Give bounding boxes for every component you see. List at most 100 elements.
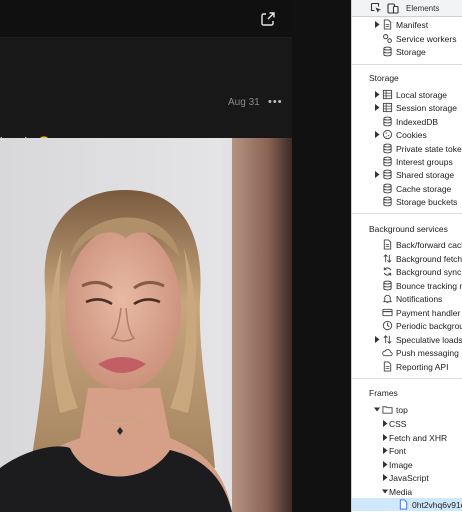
file-icon [383, 360, 392, 372]
tree-item-label: Storage [396, 47, 426, 57]
updown-arrows-icon [383, 334, 392, 344]
device-toolbar-icon[interactable] [387, 2, 399, 14]
tree-item-speculative-loads[interactable]: Speculative loads [352, 333, 462, 346]
tree-item-label: Periodic backgrour [396, 321, 462, 331]
section-divider [352, 64, 462, 65]
post-header: Aug 31 ••• hunnies x [0, 38, 292, 166]
database-icon [383, 156, 392, 167]
background-services-section-title: Background services [369, 224, 448, 234]
tree-item-label: Interest groups [396, 157, 453, 167]
tree-item-label: Background fetch [396, 253, 462, 264]
tree-item-label: Push messaging [396, 348, 459, 358]
collapsed-arrow-icon[interactable] [382, 433, 388, 441]
tree-item-label: Back/forward cach [396, 240, 462, 250]
tree-item-media[interactable]: Media [352, 485, 462, 498]
collapsed-arrow-icon[interactable] [374, 104, 380, 112]
tree-item-notifications[interactable]: Notifications [352, 292, 462, 305]
folder-icon [382, 406, 393, 414]
section-divider [352, 213, 462, 214]
tree-item-cookies[interactable]: Cookies [352, 128, 462, 141]
database-icon [383, 280, 392, 290]
tree-item-cache-storage[interactable]: Cache storage [352, 182, 462, 195]
gears-icon [383, 33, 392, 43]
tree-item-label: Fetch and XHR [389, 432, 448, 443]
collapsed-arrow-icon[interactable] [382, 420, 388, 427]
tree-item-storage-buckets[interactable]: Storage buckets [352, 195, 462, 208]
tree-item-local-storage[interactable]: Local storage [352, 88, 462, 101]
tree-item-fetch-and-xhr[interactable]: Fetch and XHR [352, 431, 462, 444]
tree-item-background-fetch[interactable]: Background fetch [352, 252, 462, 265]
share-icon[interactable] [260, 11, 276, 27]
tree-item-periodic-backgrour[interactable]: Periodic backgrour [352, 319, 462, 332]
collapsed-arrow-icon[interactable] [374, 21, 380, 28]
tree-item-service-workers[interactable]: Service workers [352, 32, 462, 45]
collapsed-arrow-icon[interactable] [382, 447, 388, 455]
collapsed-arrow-icon[interactable] [374, 335, 380, 343]
tree-item-payment-handler[interactable]: Payment handler [352, 306, 462, 319]
grid-icon [382, 103, 393, 113]
tree-item-media-resource[interactable]: 0ht2vhq6v91c [352, 498, 462, 511]
tree-item-session-storage[interactable]: Session storage [352, 101, 462, 114]
tree-item-font[interactable]: Font [352, 444, 462, 457]
section-divider [352, 378, 462, 379]
collapsed-arrow-icon[interactable] [382, 474, 388, 482]
tree-item-private-state-token[interactable]: Private state token [352, 142, 462, 155]
tree-item-reporting-api[interactable]: Reporting API [352, 360, 462, 373]
tree-item-label: Speculative loads [396, 334, 462, 345]
tree-item-label: Image [389, 459, 413, 470]
tree-item-background-sync[interactable]: Background sync [352, 265, 462, 278]
tree-item-css[interactable]: CSS [352, 417, 462, 430]
database-icon [383, 170, 392, 180]
tree-item-label: CSS [389, 419, 407, 429]
tree-item-manifest[interactable]: Manifest [352, 18, 462, 31]
collapsed-arrow-icon[interactable] [374, 91, 380, 98]
tree-item-label: Private state token [396, 143, 462, 154]
tree-item-label: Manifest [396, 20, 429, 30]
tree-item-label: Cookies [396, 130, 427, 141]
bell-icon [382, 294, 393, 304]
tree-item-label: top [396, 405, 408, 415]
database-icon [383, 183, 392, 194]
inspect-element-icon[interactable] [370, 2, 382, 14]
updown-arrows-icon [383, 253, 392, 263]
clock-icon [382, 320, 393, 331]
card-icon [382, 308, 393, 316]
tree-item-bounce-tracking-m[interactable]: Bounce tracking m [352, 279, 462, 292]
tree-item-back-forward-cach[interactable]: Back/forward cach [352, 238, 462, 251]
collapsed-arrow-icon[interactable] [374, 131, 380, 139]
collapsed-arrow-icon[interactable] [374, 171, 380, 179]
tree-item-label: Storage buckets [396, 197, 458, 208]
post-media[interactable] [0, 138, 292, 512]
tree-item-label: Notifications [396, 294, 443, 304]
viewer-topbar [0, 0, 292, 38]
tree-item-label: Payment handler [396, 307, 461, 318]
frames-section-title: Frames [369, 388, 398, 398]
tree-item-storage[interactable]: Storage [352, 45, 462, 58]
tree-item-label: Service workers [396, 33, 457, 44]
cookie-icon [382, 130, 393, 140]
tree-item-label: Background sync [396, 267, 462, 277]
expanded-arrow-icon[interactable] [382, 488, 388, 495]
more-options-button[interactable]: ••• [268, 96, 283, 108]
tree-item-label: Cache storage [396, 183, 452, 194]
tree-item-interest-groups[interactable]: Interest groups [352, 155, 462, 168]
tree-item-indexeddb[interactable]: IndexedDB [352, 115, 462, 128]
tree-item-push-messaging[interactable]: Push messaging [352, 346, 462, 359]
tree-item-shared-storage[interactable]: Shared storage [352, 168, 462, 181]
tree-item-label: Bounce tracking m [396, 280, 462, 291]
tree-item-label: Media [389, 487, 413, 497]
tree-item-label: JavaScript [389, 473, 429, 484]
page-background [292, 0, 351, 512]
tree-item-label: Font [389, 446, 407, 457]
collapsed-arrow-icon[interactable] [382, 460, 388, 468]
post-date: Aug 31 [228, 97, 260, 108]
expanded-arrow-icon[interactable] [374, 406, 380, 413]
database-icon [383, 46, 392, 57]
tree-item-frame-top[interactable]: top [352, 403, 462, 416]
tree-item-image[interactable]: Image [352, 458, 462, 471]
photo-image [0, 138, 292, 512]
tree-item-javascript[interactable]: JavaScript [352, 471, 462, 484]
tree-item-label: Shared storage [396, 170, 455, 181]
database-icon [383, 143, 392, 153]
tab-elements[interactable]: Elements [406, 4, 439, 13]
